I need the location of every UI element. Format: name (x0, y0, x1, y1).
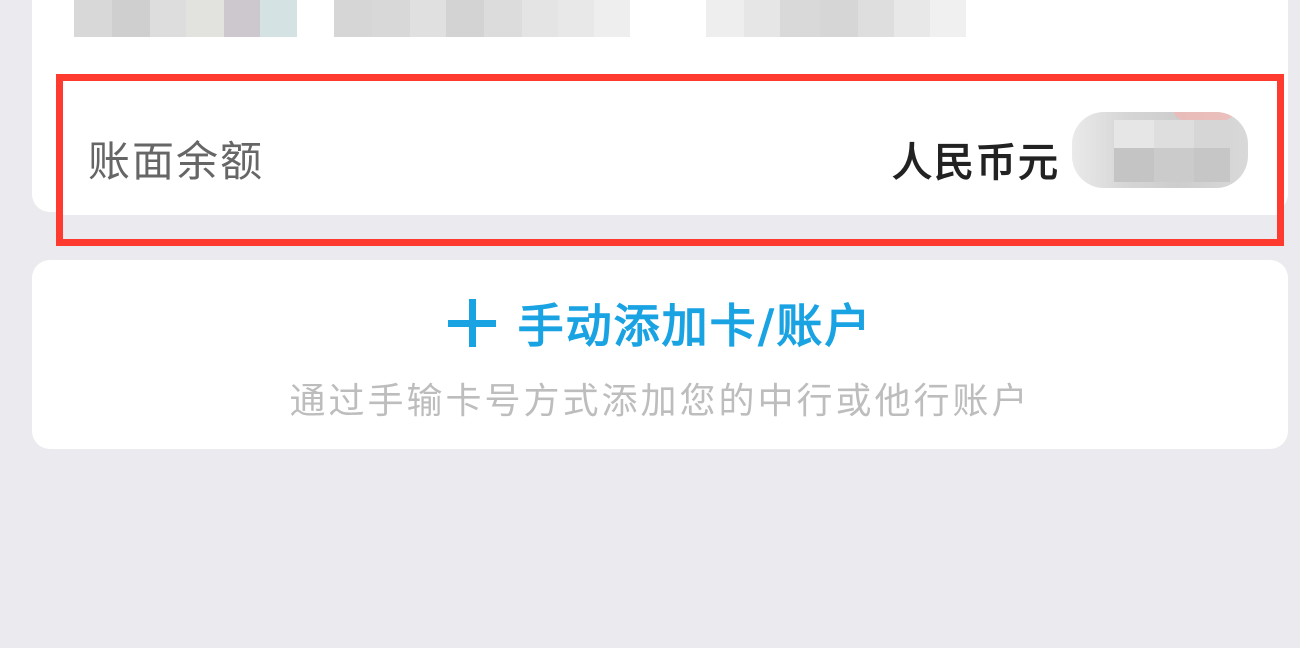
add-account-label: 手动添加卡/账户 (517, 299, 873, 353)
currency-label: 人民币元 (892, 140, 1060, 186)
plus-icon (447, 299, 496, 347)
masked-balance-amount (1072, 112, 1248, 188)
masked-info (74, 0, 297, 37)
balance-label: 账面余额 (88, 137, 265, 186)
add-account-card[interactable]: 手动添加卡/账户 通过手输卡号方式添加您的中行或他行账户 (32, 260, 1288, 449)
masked-info (706, 0, 966, 37)
add-account-button[interactable]: 手动添加卡/账户 (32, 290, 1288, 356)
add-account-description: 通过手输卡号方式添加您的中行或他行账户 (289, 381, 1031, 422)
masked-info (334, 0, 630, 37)
